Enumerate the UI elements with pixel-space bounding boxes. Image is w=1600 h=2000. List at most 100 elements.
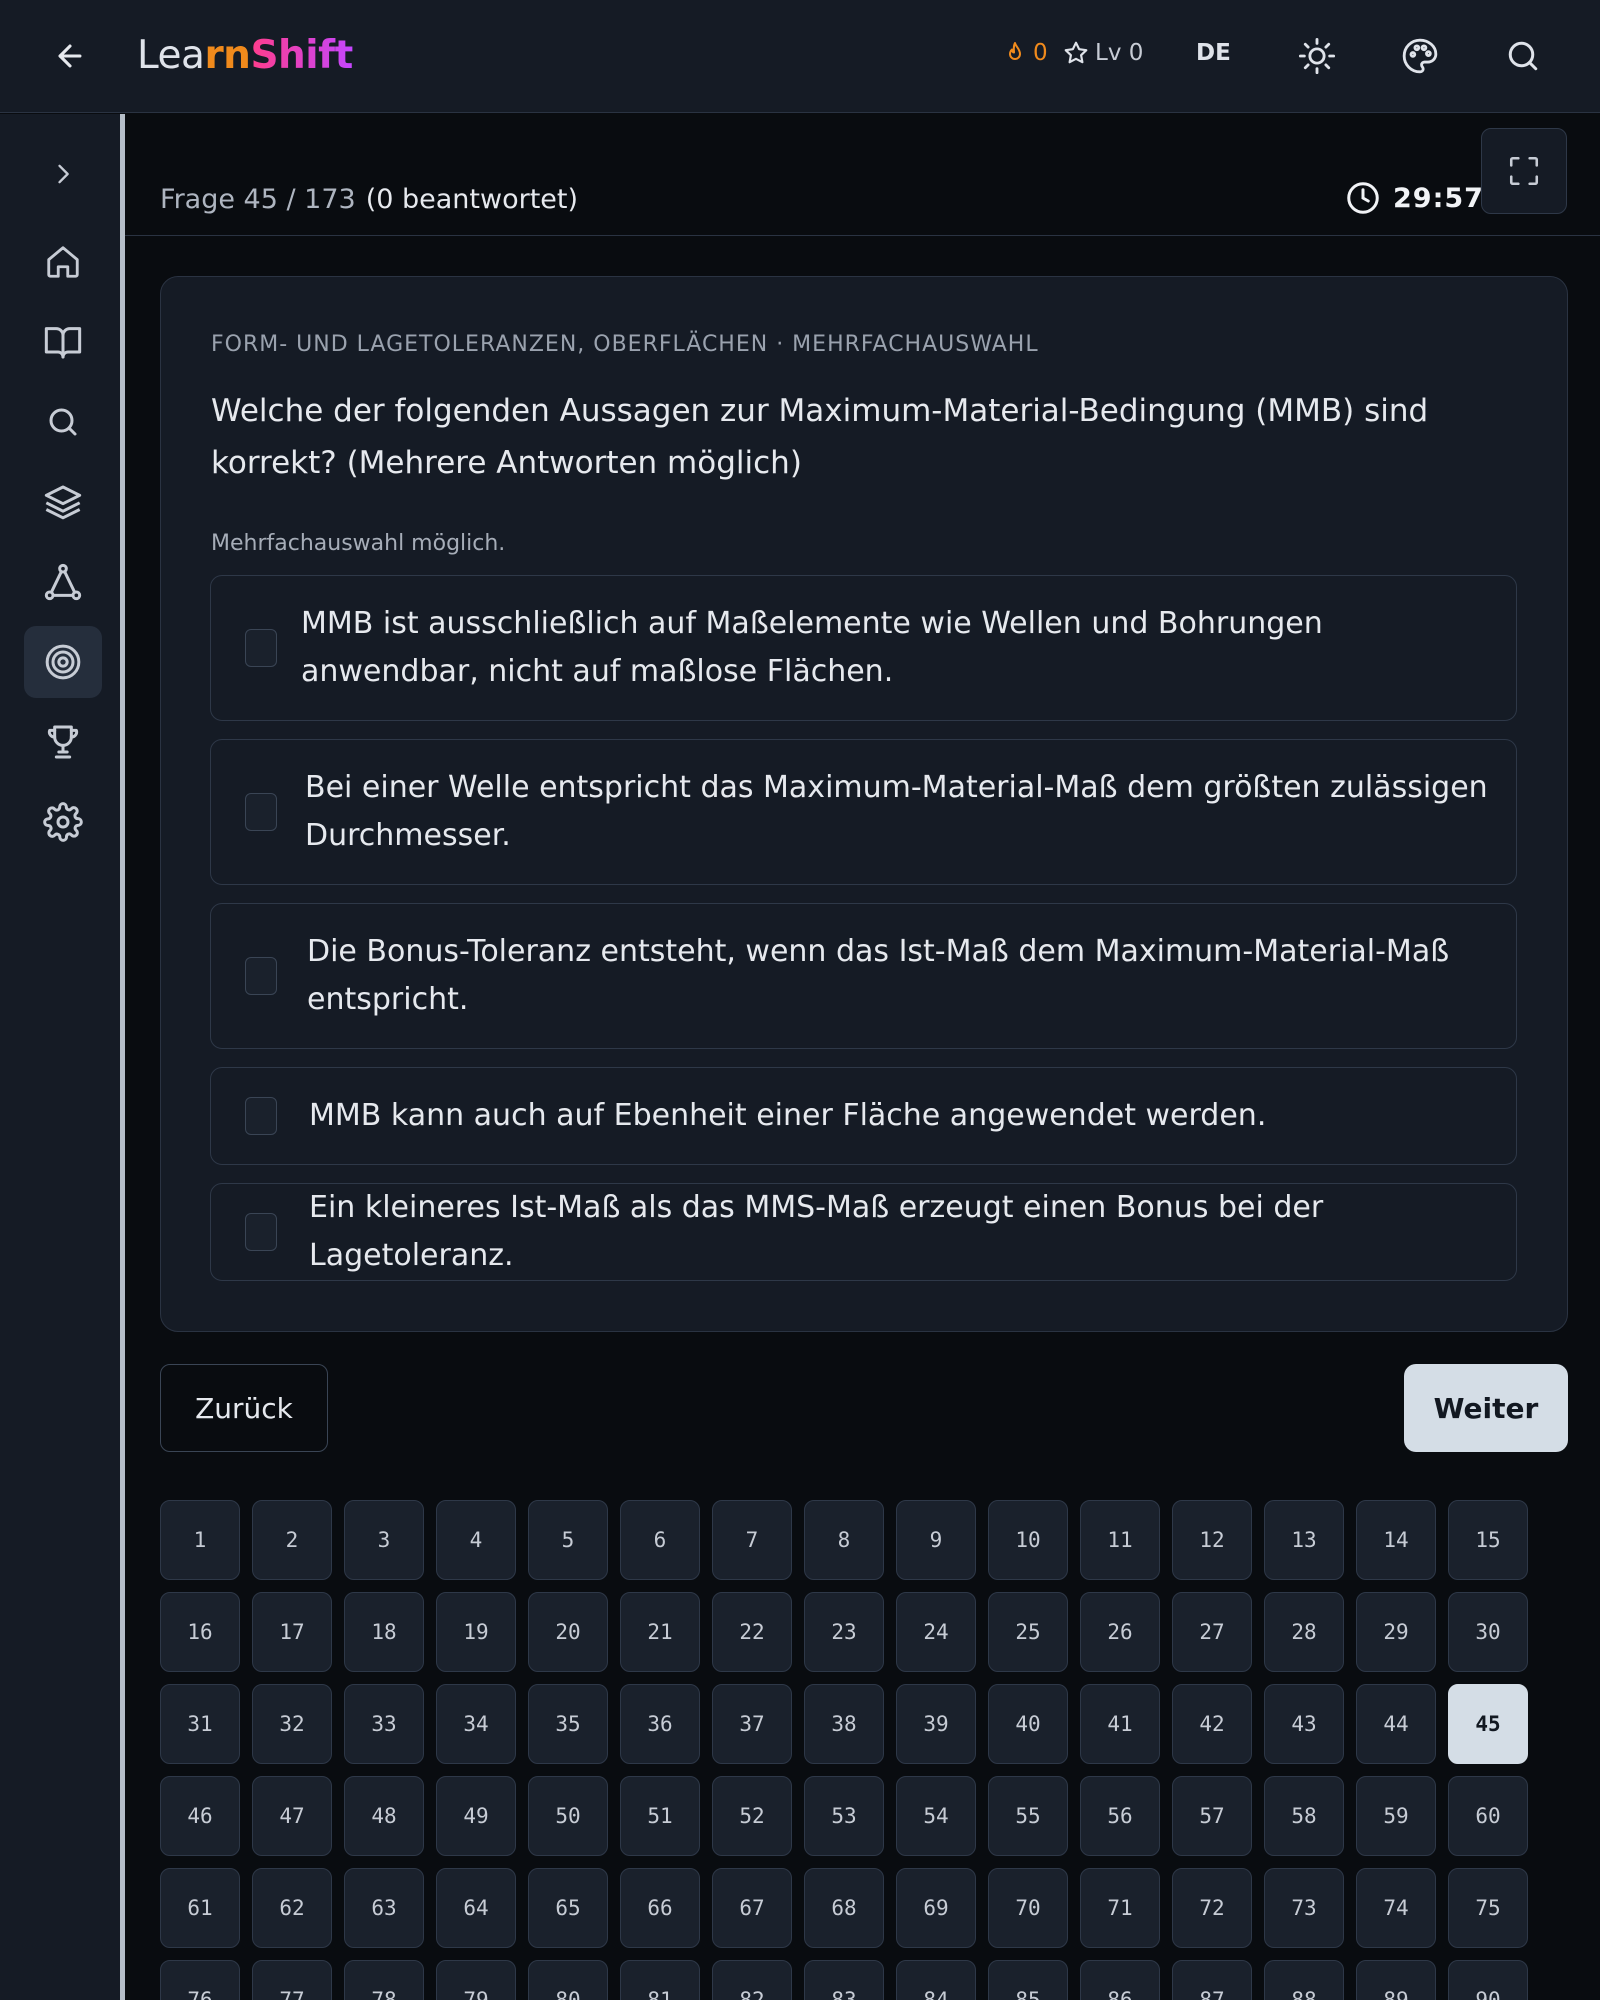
question-number-button[interactable]: 37 — [712, 1684, 792, 1764]
question-number-button[interactable]: 90 — [1448, 1960, 1528, 2000]
sidebar-item-graph[interactable] — [24, 546, 102, 618]
question-number-button[interactable]: 89 — [1356, 1960, 1436, 2000]
question-number-button[interactable]: 61 — [160, 1868, 240, 1948]
question-number-button[interactable]: 71 — [1080, 1868, 1160, 1948]
question-number-button[interactable]: 43 — [1264, 1684, 1344, 1764]
question-number-button[interactable]: 77 — [252, 1960, 332, 2000]
question-number-button[interactable]: 16 — [160, 1592, 240, 1672]
question-number-button[interactable]: 73 — [1264, 1868, 1344, 1948]
question-number-button[interactable]: 17 — [252, 1592, 332, 1672]
question-number-button[interactable]: 52 — [712, 1776, 792, 1856]
question-number-button[interactable]: 28 — [1264, 1592, 1344, 1672]
question-number-button[interactable]: 25 — [988, 1592, 1068, 1672]
question-number-button[interactable]: 76 — [160, 1960, 240, 2000]
previous-button[interactable]: Zurück — [160, 1364, 328, 1452]
question-number-button[interactable]: 51 — [620, 1776, 700, 1856]
question-number-button[interactable]: 33 — [344, 1684, 424, 1764]
question-number-button[interactable]: 2 — [252, 1500, 332, 1580]
question-number-button[interactable]: 86 — [1080, 1960, 1160, 2000]
app-logo[interactable]: LearnShift — [137, 34, 353, 78]
question-number-button[interactable]: 45 — [1448, 1684, 1528, 1764]
question-number-button[interactable]: 49 — [436, 1776, 516, 1856]
question-number-button[interactable]: 44 — [1356, 1684, 1436, 1764]
question-number-button[interactable]: 58 — [1264, 1776, 1344, 1856]
question-number-button[interactable]: 74 — [1356, 1868, 1436, 1948]
question-number-button[interactable]: 79 — [436, 1960, 516, 2000]
question-number-button[interactable]: 48 — [344, 1776, 424, 1856]
question-number-button[interactable]: 27 — [1172, 1592, 1252, 1672]
question-number-button[interactable]: 8 — [804, 1500, 884, 1580]
question-number-button[interactable]: 53 — [804, 1776, 884, 1856]
back-navigation-button[interactable] — [48, 34, 92, 78]
question-number-button[interactable]: 87 — [1172, 1960, 1252, 2000]
sidebar-item-home[interactable] — [24, 226, 102, 298]
question-number-button[interactable]: 60 — [1448, 1776, 1528, 1856]
question-number-button[interactable]: 63 — [344, 1868, 424, 1948]
question-number-button[interactable]: 31 — [160, 1684, 240, 1764]
theme-toggle-button[interactable] — [1294, 33, 1340, 79]
question-number-button[interactable]: 14 — [1356, 1500, 1436, 1580]
question-number-button[interactable]: 22 — [712, 1592, 792, 1672]
sidebar-item-settings[interactable] — [24, 786, 102, 858]
question-number-button[interactable]: 82 — [712, 1960, 792, 2000]
question-number-button[interactable]: 7 — [712, 1500, 792, 1580]
option-checkbox[interactable] — [245, 1097, 277, 1135]
question-number-button[interactable]: 9 — [896, 1500, 976, 1580]
question-number-button[interactable]: 15 — [1448, 1500, 1528, 1580]
question-number-button[interactable]: 83 — [804, 1960, 884, 2000]
sidebar-item-exam[interactable] — [24, 626, 102, 698]
question-number-button[interactable]: 50 — [528, 1776, 608, 1856]
question-number-button[interactable]: 64 — [436, 1868, 516, 1948]
next-button[interactable]: Weiter — [1404, 1364, 1568, 1452]
question-number-button[interactable]: 3 — [344, 1500, 424, 1580]
question-number-button[interactable]: 20 — [528, 1592, 608, 1672]
question-number-button[interactable]: 55 — [988, 1776, 1068, 1856]
answer-option-4[interactable]: MMB kann auch auf Ebenheit einer Fläche … — [210, 1067, 1517, 1165]
language-switch[interactable]: DE — [1196, 40, 1231, 66]
question-number-button[interactable]: 34 — [436, 1684, 516, 1764]
question-number-button[interactable]: 6 — [620, 1500, 700, 1580]
question-number-button[interactable]: 39 — [896, 1684, 976, 1764]
palette-button[interactable] — [1397, 33, 1443, 79]
question-number-button[interactable]: 66 — [620, 1868, 700, 1948]
question-number-button[interactable]: 75 — [1448, 1868, 1528, 1948]
question-number-button[interactable]: 54 — [896, 1776, 976, 1856]
question-number-button[interactable]: 30 — [1448, 1592, 1528, 1672]
question-number-button[interactable]: 19 — [436, 1592, 516, 1672]
question-number-button[interactable]: 13 — [1264, 1500, 1344, 1580]
question-number-button[interactable]: 4 — [436, 1500, 516, 1580]
question-number-button[interactable]: 23 — [804, 1592, 884, 1672]
question-number-button[interactable]: 12 — [1172, 1500, 1252, 1580]
question-number-button[interactable]: 5 — [528, 1500, 608, 1580]
answer-option-5[interactable]: Ein kleineres Ist-Maß als das MMS-Maß er… — [210, 1183, 1517, 1281]
question-number-button[interactable]: 78 — [344, 1960, 424, 2000]
question-number-button[interactable]: 69 — [896, 1868, 976, 1948]
question-number-button[interactable]: 57 — [1172, 1776, 1252, 1856]
fullscreen-button[interactable] — [1481, 128, 1567, 214]
question-number-button[interactable]: 40 — [988, 1684, 1068, 1764]
question-number-button[interactable]: 68 — [804, 1868, 884, 1948]
question-number-button[interactable]: 47 — [252, 1776, 332, 1856]
option-checkbox[interactable] — [245, 793, 277, 831]
question-number-button[interactable]: 38 — [804, 1684, 884, 1764]
question-number-button[interactable]: 70 — [988, 1868, 1068, 1948]
question-number-button[interactable]: 21 — [620, 1592, 700, 1672]
question-number-button[interactable]: 88 — [1264, 1960, 1344, 2000]
question-number-button[interactable]: 11 — [1080, 1500, 1160, 1580]
question-number-button[interactable]: 67 — [712, 1868, 792, 1948]
question-number-button[interactable]: 1 — [160, 1500, 240, 1580]
question-number-button[interactable]: 35 — [528, 1684, 608, 1764]
answer-option-3[interactable]: Die Bonus-Toleranz entsteht, wenn das Is… — [210, 903, 1517, 1049]
question-number-button[interactable]: 10 — [988, 1500, 1068, 1580]
question-number-button[interactable]: 56 — [1080, 1776, 1160, 1856]
sidebar-item-library[interactable] — [24, 306, 102, 378]
question-number-button[interactable]: 59 — [1356, 1776, 1436, 1856]
answer-option-2[interactable]: Bei einer Welle entspricht das Maximum-M… — [210, 739, 1517, 885]
answer-option-1[interactable]: MMB ist ausschließlich auf Maßelemente w… — [210, 575, 1517, 721]
question-number-button[interactable]: 42 — [1172, 1684, 1252, 1764]
question-number-button[interactable]: 18 — [344, 1592, 424, 1672]
question-number-button[interactable]: 24 — [896, 1592, 976, 1672]
question-number-button[interactable]: 81 — [620, 1960, 700, 2000]
question-number-button[interactable]: 41 — [1080, 1684, 1160, 1764]
question-number-button[interactable]: 62 — [252, 1868, 332, 1948]
